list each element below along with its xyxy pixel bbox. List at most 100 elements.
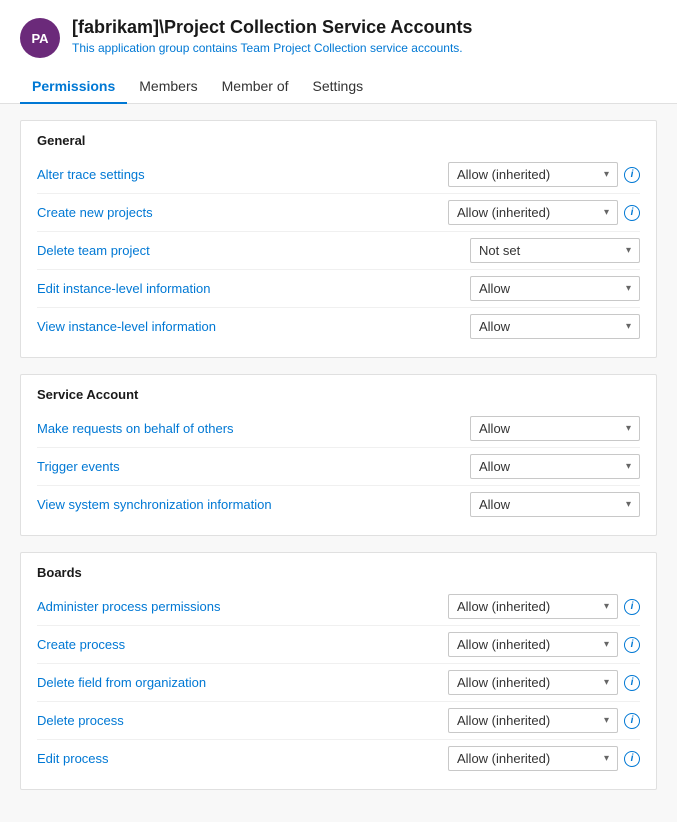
permission-control: Not set ▾ <box>470 238 640 263</box>
dropdown-value: Allow (inherited) <box>457 675 596 690</box>
permission-row: Administer process permissions Allow (in… <box>37 588 640 625</box>
dropdown-value: Allow <box>479 281 618 296</box>
dropdown-value: Allow <box>479 421 618 436</box>
permission-control: Allow ▾ <box>470 276 640 301</box>
page-header: PA [fabrikam]\Project Collection Service… <box>0 0 677 70</box>
permission-row: Trigger events Allow ▾ <box>37 447 640 485</box>
permission-control: Allow ▾ <box>470 314 640 339</box>
permission-control: Allow ▾ <box>470 416 640 441</box>
dropdown-value: Allow <box>479 497 618 512</box>
dropdown-value: Not set <box>479 243 618 258</box>
permission-dropdown[interactable]: Not set ▾ <box>470 238 640 263</box>
permission-row: Delete process Allow (inherited) ▾ i <box>37 701 640 739</box>
page-title: [fabrikam]\Project Collection Service Ac… <box>72 16 472 39</box>
info-icon[interactable]: i <box>624 637 640 653</box>
permission-row: Make requests on behalf of others Allow … <box>37 410 640 447</box>
chevron-down-icon: ▾ <box>626 423 631 434</box>
section-title-boards: Boards <box>37 565 640 580</box>
permission-row: View instance-level information Allow ▾ <box>37 307 640 345</box>
permission-dropdown[interactable]: Allow ▾ <box>470 314 640 339</box>
permission-row: Delete team project Not set ▾ <box>37 231 640 269</box>
navigation-tabs: Permissions Members Member of Settings <box>0 70 677 104</box>
dropdown-value: Allow (inherited) <box>457 205 596 220</box>
dropdown-value: Allow <box>479 459 618 474</box>
page-subtitle: This application group contains Team Pro… <box>72 41 472 55</box>
dropdown-value: Allow (inherited) <box>457 751 596 766</box>
chevron-down-icon: ▾ <box>604 601 609 612</box>
permission-control: Allow ▾ <box>470 492 640 517</box>
header-text: [fabrikam]\Project Collection Service Ac… <box>72 16 472 55</box>
tab-member-of[interactable]: Member of <box>210 70 301 104</box>
permission-dropdown[interactable]: Allow ▾ <box>470 276 640 301</box>
section-title-general: General <box>37 133 640 148</box>
permission-dropdown[interactable]: Allow ▾ <box>470 416 640 441</box>
permission-row: Delete field from organization Allow (in… <box>37 663 640 701</box>
dropdown-value: Allow (inherited) <box>457 167 596 182</box>
permission-row: View system synchronization information … <box>37 485 640 523</box>
chevron-down-icon: ▾ <box>626 321 631 332</box>
permission-row: Create process Allow (inherited) ▾ i <box>37 625 640 663</box>
dropdown-value: Allow (inherited) <box>457 637 596 652</box>
chevron-down-icon: ▾ <box>604 639 609 650</box>
chevron-down-icon: ▾ <box>604 677 609 688</box>
permission-dropdown[interactable]: Allow (inherited) ▾ <box>448 162 618 187</box>
permission-label: Create process <box>37 637 448 652</box>
tab-members[interactable]: Members <box>127 70 209 104</box>
permission-dropdown[interactable]: Allow (inherited) ▾ <box>448 746 618 771</box>
permission-label: Create new projects <box>37 205 448 220</box>
permission-control: Allow (inherited) ▾ i <box>448 594 640 619</box>
permission-label: Administer process permissions <box>37 599 448 614</box>
permission-label: View instance-level information <box>37 319 470 334</box>
permission-dropdown[interactable]: Allow (inherited) ▾ <box>448 594 618 619</box>
permission-control: Allow (inherited) ▾ i <box>448 746 640 771</box>
info-icon[interactable]: i <box>624 167 640 183</box>
tab-permissions[interactable]: Permissions <box>20 70 127 104</box>
permission-row: Edit process Allow (inherited) ▾ i <box>37 739 640 777</box>
permission-row: Create new projects Allow (inherited) ▾ … <box>37 193 640 231</box>
permission-row: Edit instance-level information Allow ▾ <box>37 269 640 307</box>
avatar: PA <box>20 18 60 58</box>
main-content: General Alter trace settings Allow (inhe… <box>0 104 677 822</box>
permission-label: Alter trace settings <box>37 167 448 182</box>
permission-label: Delete process <box>37 713 448 728</box>
permission-label: Edit process <box>37 751 448 766</box>
dropdown-value: Allow (inherited) <box>457 599 596 614</box>
permission-dropdown[interactable]: Allow (inherited) ▾ <box>448 708 618 733</box>
permission-label: Make requests on behalf of others <box>37 421 470 436</box>
permission-label: Edit instance-level information <box>37 281 470 296</box>
permission-dropdown[interactable]: Allow (inherited) ▾ <box>448 200 618 225</box>
permission-control: Allow (inherited) ▾ i <box>448 162 640 187</box>
permission-control: Allow ▾ <box>470 454 640 479</box>
permission-dropdown[interactable]: Allow (inherited) ▾ <box>448 670 618 695</box>
tab-settings[interactable]: Settings <box>301 70 376 104</box>
permission-dropdown[interactable]: Allow (inherited) ▾ <box>448 632 618 657</box>
permission-dropdown[interactable]: Allow ▾ <box>470 454 640 479</box>
chevron-down-icon: ▾ <box>626 283 631 294</box>
info-icon[interactable]: i <box>624 599 640 615</box>
permission-label: Delete field from organization <box>37 675 448 690</box>
dropdown-value: Allow <box>479 319 618 334</box>
permission-control: Allow (inherited) ▾ i <box>448 632 640 657</box>
chevron-down-icon: ▾ <box>604 207 609 218</box>
permission-row: Alter trace settings Allow (inherited) ▾… <box>37 156 640 193</box>
section-boards: Boards Administer process permissions Al… <box>20 552 657 790</box>
chevron-down-icon: ▾ <box>604 753 609 764</box>
permission-control: Allow (inherited) ▾ i <box>448 708 640 733</box>
section-title-service-account: Service Account <box>37 387 640 402</box>
permission-label: View system synchronization information <box>37 497 470 512</box>
permission-label: Delete team project <box>37 243 470 258</box>
permission-dropdown[interactable]: Allow ▾ <box>470 492 640 517</box>
chevron-down-icon: ▾ <box>626 245 631 256</box>
chevron-down-icon: ▾ <box>604 715 609 726</box>
info-icon[interactable]: i <box>624 675 640 691</box>
permission-control: Allow (inherited) ▾ i <box>448 200 640 225</box>
permission-control: Allow (inherited) ▾ i <box>448 670 640 695</box>
dropdown-value: Allow (inherited) <box>457 713 596 728</box>
info-icon[interactable]: i <box>624 713 640 729</box>
info-icon[interactable]: i <box>624 205 640 221</box>
section-general: General Alter trace settings Allow (inhe… <box>20 120 657 358</box>
info-icon[interactable]: i <box>624 751 640 767</box>
section-service-account: Service Account Make requests on behalf … <box>20 374 657 536</box>
chevron-down-icon: ▾ <box>626 499 631 510</box>
chevron-down-icon: ▾ <box>604 169 609 180</box>
